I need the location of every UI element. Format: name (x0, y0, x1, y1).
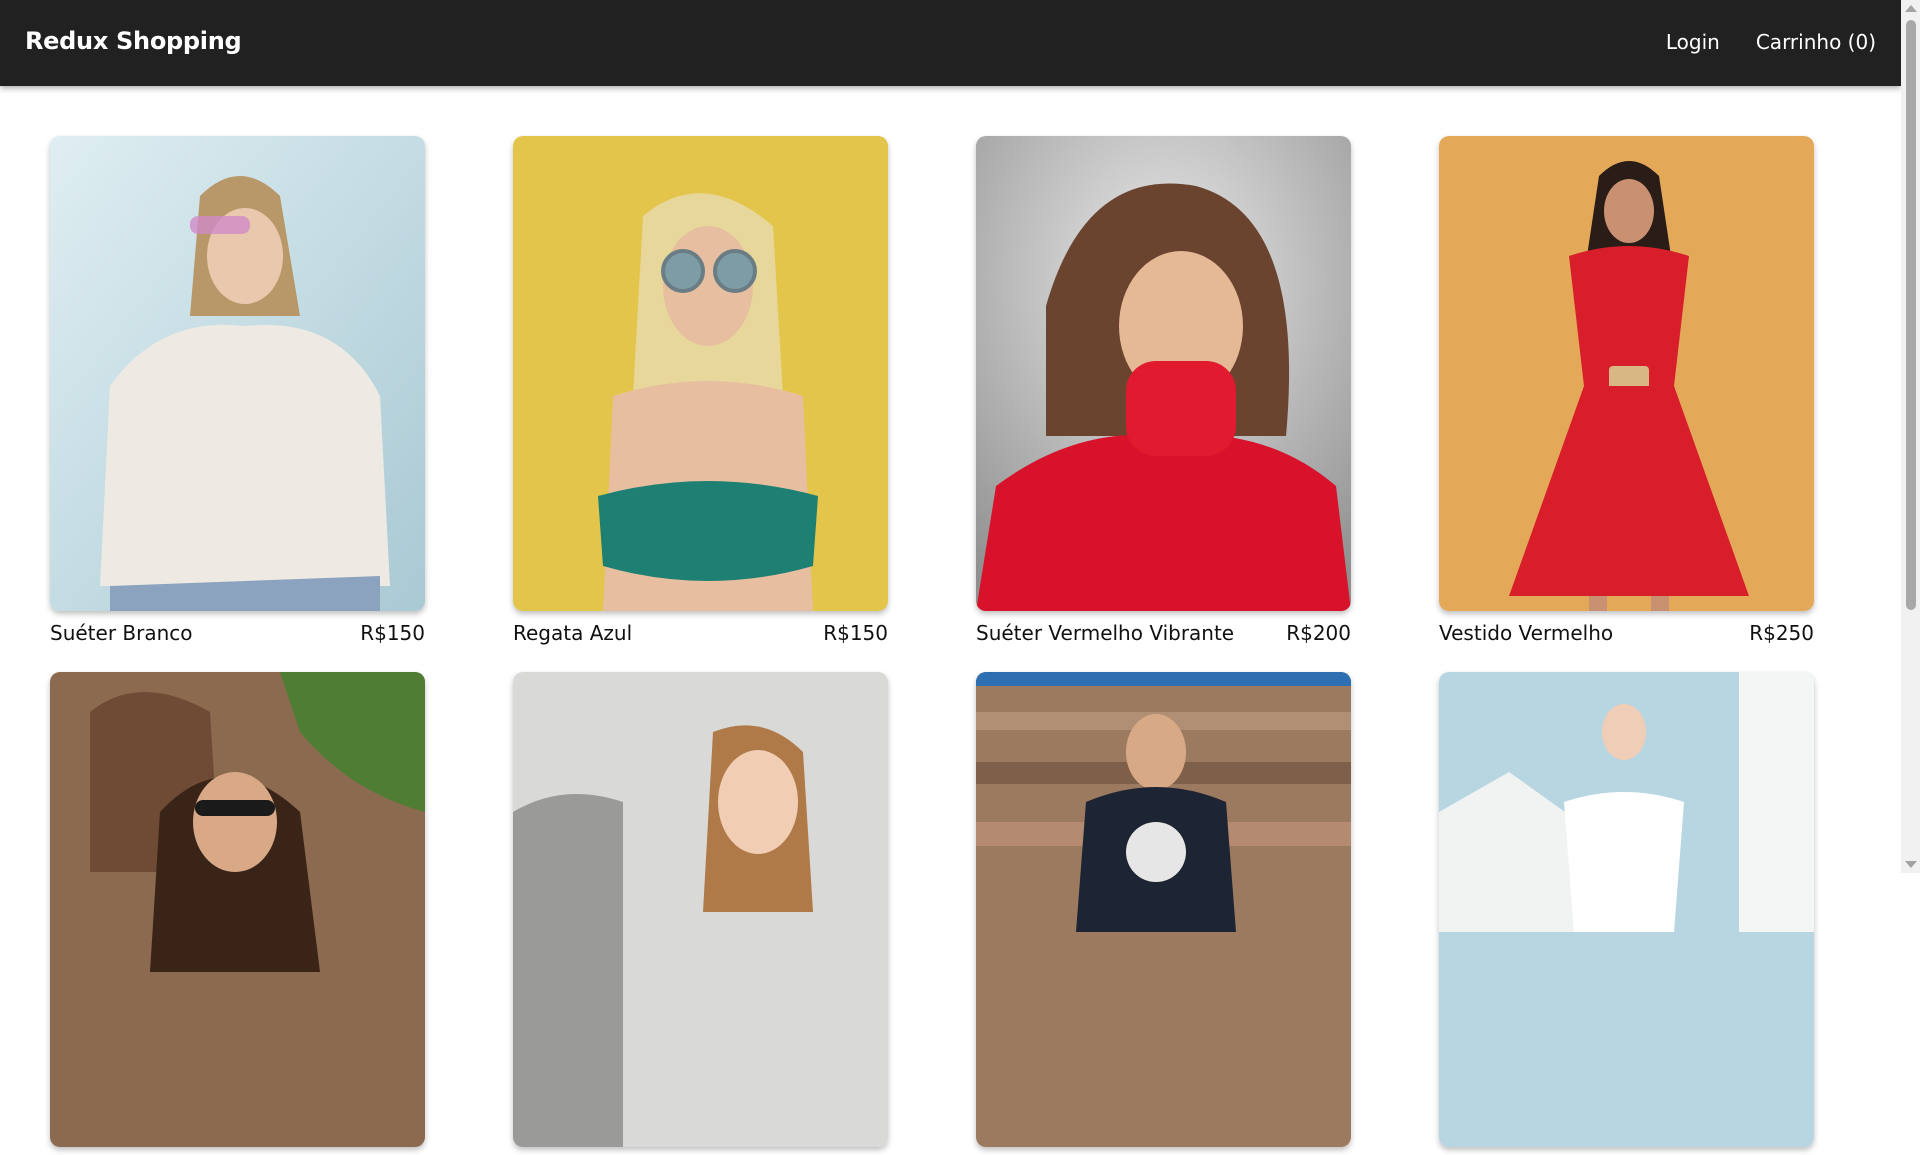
product-card[interactable]: Vestido Vermelho R$250 (1439, 136, 1814, 647)
product-image[interactable] (513, 672, 888, 1147)
product-card[interactable] (1439, 672, 1814, 1155)
product-price: R$250 (1749, 621, 1814, 645)
product-info: Regata Azul R$150 (513, 619, 888, 647)
brand-logo[interactable]: Redux Shopping (25, 24, 242, 58)
product-info: Suéter Branco R$150 (50, 619, 425, 647)
product-name: Suéter Vermelho Vibrante (976, 621, 1235, 645)
product-card[interactable]: Suéter Vermelho Vibrante R$200 (976, 136, 1351, 647)
product-card[interactable] (50, 672, 425, 1155)
scrollbar-thumb[interactable] (1906, 20, 1916, 610)
product-info: Vestido Vermelho R$250 (1439, 619, 1814, 647)
login-link[interactable]: Login (1666, 27, 1720, 57)
product-image[interactable] (976, 136, 1351, 611)
scroll-down-icon[interactable] (1905, 861, 1917, 868)
product-image[interactable] (50, 672, 425, 1147)
cart-link[interactable]: Carrinho (0) (1756, 27, 1876, 57)
product-price: R$150 (823, 621, 888, 645)
product-card[interactable] (976, 672, 1351, 1155)
product-price: R$200 (1286, 621, 1351, 645)
scroll-up-icon[interactable] (1905, 5, 1917, 12)
product-image[interactable] (1439, 672, 1814, 1147)
product-image[interactable] (1439, 136, 1814, 611)
product-info: Suéter Vermelho Vibrante R$200 (976, 619, 1351, 647)
nav-links: Login Carrinho (0) (1666, 27, 1876, 57)
page-scrollbar[interactable] (1901, 0, 1920, 873)
product-card[interactable]: Suéter Branco R$150 (50, 136, 425, 647)
product-image[interactable] (976, 672, 1351, 1147)
product-image[interactable] (50, 136, 425, 611)
product-name: Regata Azul (513, 621, 633, 645)
top-navbar: Redux Shopping Login Carrinho (0) (0, 0, 1901, 86)
product-card[interactable] (513, 672, 888, 1155)
product-image[interactable] (513, 136, 888, 611)
product-card[interactable]: Regata Azul R$150 (513, 136, 888, 647)
product-name: Suéter Branco (50, 621, 193, 645)
product-price: R$150 (360, 621, 425, 645)
product-name: Vestido Vermelho (1439, 621, 1614, 645)
